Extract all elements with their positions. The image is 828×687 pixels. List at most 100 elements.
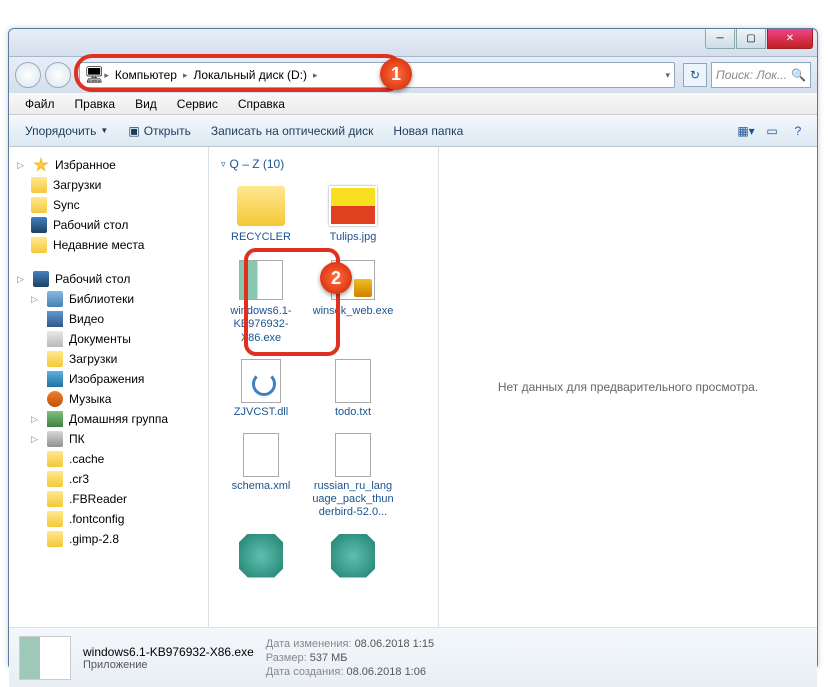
chevron-right-icon: ▸: [313, 70, 318, 81]
images-icon: [47, 371, 63, 387]
search-icon: 🔍: [791, 68, 806, 82]
chevron-down-icon[interactable]: ▾: [665, 70, 670, 81]
file-item[interactable]: schema.xml: [217, 428, 305, 525]
sidebar-item-cr3[interactable]: .cr3: [13, 469, 204, 489]
status-filename: windows6.1-KB976932-X86.exe: [83, 645, 254, 659]
file-label: Tulips.jpg: [330, 231, 377, 244]
content: ▿Q – Z (10) RECYCLER Tulips.jpg windows6.1…: [209, 147, 817, 627]
sidebar-item-lib-downloads[interactable]: Загрузки: [13, 349, 204, 369]
menu-help[interactable]: Справка: [228, 94, 295, 114]
forward-button[interactable]: [45, 62, 71, 88]
file-item[interactable]: ZJVCST.dll: [217, 354, 305, 424]
file-thumb: [243, 433, 279, 477]
menu-file[interactable]: Файл: [15, 94, 65, 114]
file-item[interactable]: [309, 529, 397, 586]
menu-edit[interactable]: Правка: [65, 94, 126, 114]
star-icon: [33, 157, 49, 173]
organize-button[interactable]: Упорядочить ▼: [15, 120, 118, 142]
sidebar-item-desktop[interactable]: Рабочий стол: [13, 215, 204, 235]
chevron-down-icon: ▿: [221, 159, 226, 170]
sidebar-item-documents[interactable]: Документы: [13, 329, 204, 349]
sidebar-item-cache[interactable]: .cache: [13, 449, 204, 469]
sidebar-item-recent[interactable]: Недавние места: [13, 235, 204, 255]
file-item[interactable]: todo.txt: [309, 354, 397, 424]
folder-icon: [47, 491, 63, 507]
status-size: 537 МБ: [310, 652, 348, 664]
folder-icon: [47, 531, 63, 547]
sidebar-item-fbreader[interactable]: .FBReader: [13, 489, 204, 509]
address-bar[interactable]: 🖥 ▸ Компьютер ▸ Локальный диск (D:) ▸ ▾: [79, 62, 675, 88]
file-thumb: [335, 359, 371, 403]
status-thumbnail: [19, 636, 71, 680]
pc-icon: [47, 431, 63, 447]
file-pane[interactable]: ▿Q – Z (10) RECYCLER Tulips.jpg windows6.1…: [209, 147, 439, 627]
close-button[interactable]: ✕: [767, 29, 813, 49]
file-thumb: [237, 186, 285, 226]
minimize-button[interactable]: ─: [705, 29, 735, 49]
file-item[interactable]: russian_ru_language_pack_thunderbird-52.…: [309, 428, 397, 525]
nav-row: 🖥 ▸ Компьютер ▸ Локальный диск (D:) ▸ ▾ …: [9, 57, 817, 93]
sidebar-item-video[interactable]: Видео: [13, 309, 204, 329]
titlebar[interactable]: ─ ▢ ✕: [9, 29, 817, 57]
burn-button[interactable]: Записать на оптический диск: [201, 120, 384, 142]
sidebar-item-sync[interactable]: Sync: [13, 195, 204, 215]
file-label: ZJVCST.dll: [234, 406, 288, 419]
file-thumb: [331, 534, 375, 578]
sidebar-pc-head[interactable]: ▷ПК: [13, 429, 204, 449]
view-options-button[interactable]: ▦▾: [733, 120, 759, 142]
libraries-icon: [47, 291, 63, 307]
search-input[interactable]: Поиск: Лок... 🔍: [711, 62, 811, 88]
file-thumb: [239, 534, 283, 578]
file-item[interactable]: [217, 529, 305, 586]
folder-icon: [47, 451, 63, 467]
refresh-button[interactable]: ↻: [683, 63, 707, 87]
preview-empty-text: Нет данных для предварительного просмотр…: [498, 380, 758, 394]
folder-icon: [47, 351, 63, 367]
menubar: Файл Правка Вид Сервис Справка: [9, 93, 817, 115]
back-button[interactable]: [15, 62, 41, 88]
file-item[interactable]: windows6.1-KB976932-X86.exe: [217, 253, 305, 350]
maximize-button[interactable]: ▢: [736, 29, 766, 49]
open-button[interactable]: ▣ Открыть: [118, 120, 200, 142]
sidebar-item-downloads[interactable]: Загрузки: [13, 175, 204, 195]
status-modified: 08.06.2018 1:15: [355, 638, 435, 650]
sidebar-libraries-head[interactable]: ▷Библиотеки: [13, 289, 204, 309]
group-header[interactable]: ▿Q – Z (10): [217, 155, 430, 173]
sidebar-item-gimp[interactable]: .gimp-2.8: [13, 529, 204, 549]
documents-icon: [47, 331, 63, 347]
file-item[interactable]: RECYCLER: [217, 179, 305, 249]
file-label: windows6.1-KB976932-X86.exe: [220, 305, 302, 345]
sidebar-item-homegroup[interactable]: ▷Домашняя группа: [13, 409, 204, 429]
file-label: todo.txt: [335, 406, 371, 419]
new-folder-button[interactable]: Новая папка: [383, 120, 473, 142]
sidebar-favorites-head[interactable]: ▷Избранное: [13, 155, 204, 175]
file-thumb: [239, 260, 283, 300]
sidebar-item-music[interactable]: Музыка: [13, 389, 204, 409]
file-label: russian_ru_language_pack_thunderbird-52.…: [312, 480, 394, 520]
desktop-icon: [31, 217, 47, 233]
folder-icon: [47, 511, 63, 527]
menu-view[interactable]: Вид: [125, 94, 167, 114]
breadcrumb-drive[interactable]: Локальный диск (D:): [187, 66, 313, 84]
status-modified-label: Дата изменения:: [266, 638, 352, 650]
file-thumb: [241, 359, 281, 403]
chevron-down-icon: ▼: [100, 126, 108, 135]
help-button[interactable]: ?: [785, 120, 811, 142]
sidebar-item-images[interactable]: Изображения: [13, 369, 204, 389]
sidebar-desktop-head[interactable]: ▷Рабочий стол: [13, 269, 204, 289]
file-item[interactable]: Tulips.jpg: [309, 179, 397, 249]
sidebar-item-fontconfig[interactable]: .fontconfig: [13, 509, 204, 529]
folder-icon: [31, 197, 47, 213]
preview-pane: Нет данных для предварительного просмотр…: [439, 147, 817, 627]
menu-tools[interactable]: Сервис: [167, 94, 228, 114]
homegroup-icon: [47, 411, 63, 427]
folder-icon: [47, 471, 63, 487]
search-placeholder: Поиск: Лок...: [716, 68, 787, 82]
file-item[interactable]: winsdk_web.exe: [309, 253, 397, 350]
file-thumb: [335, 433, 371, 477]
status-created-label: Дата создания:: [266, 666, 344, 678]
computer-icon: 🖥: [84, 65, 104, 85]
explorer-window: ─ ▢ ✕ 🖥 ▸ Компьютер ▸ Локальный диск (D:…: [8, 28, 818, 668]
breadcrumb-computer[interactable]: Компьютер: [109, 66, 183, 84]
preview-pane-button[interactable]: ▭: [759, 120, 785, 142]
